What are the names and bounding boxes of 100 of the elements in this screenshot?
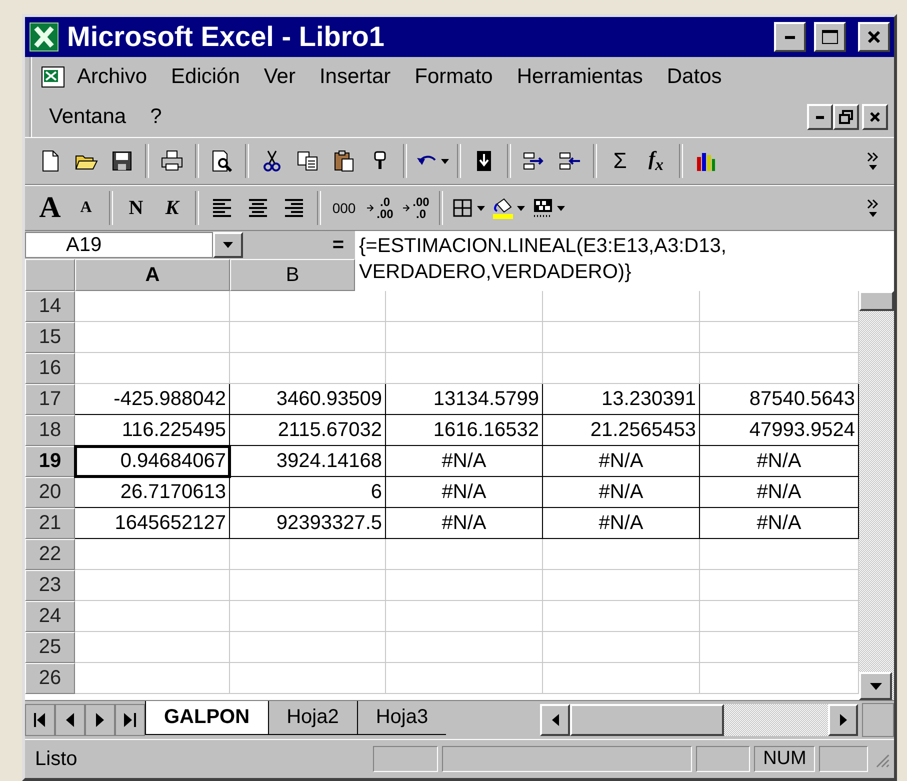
table-cell[interactable] xyxy=(543,663,700,694)
table-cell[interactable]: #N/A xyxy=(386,508,543,539)
row-header[interactable]: 17 xyxy=(25,384,75,415)
row-header[interactable]: 23 xyxy=(25,570,75,601)
restore-button[interactable] xyxy=(833,104,859,130)
table-cell[interactable] xyxy=(75,322,230,353)
row-header[interactable]: 24 xyxy=(25,601,75,632)
function-button[interactable]: f$_{x}$ xyxy=(639,143,673,179)
table-cell[interactable]: #N/A xyxy=(386,446,543,477)
table-cell[interactable] xyxy=(230,570,386,601)
scroll-thumb[interactable] xyxy=(570,704,724,736)
table-cell[interactable] xyxy=(543,291,700,322)
table-cell[interactable] xyxy=(386,353,543,384)
last-sheet-button[interactable] xyxy=(115,704,145,736)
menu-item[interactable]: Ver xyxy=(254,61,310,93)
table-cell[interactable]: 21.2565453 xyxy=(543,415,700,446)
table-cell[interactable] xyxy=(386,601,543,632)
italic-button[interactable]: K xyxy=(155,190,189,226)
menu-item[interactable]: Datos xyxy=(658,61,737,93)
row-header[interactable]: 22 xyxy=(25,539,75,570)
table-cell[interactable] xyxy=(75,353,230,384)
scroll-left-button[interactable] xyxy=(540,704,570,736)
table-cell[interactable] xyxy=(386,570,543,601)
thousands-button[interactable]: 000 xyxy=(327,190,361,226)
row-header[interactable]: 15 xyxy=(25,322,75,353)
table-cell[interactable] xyxy=(543,353,700,384)
bold-button[interactable]: N xyxy=(119,190,153,226)
name-box-dropdown[interactable] xyxy=(213,232,243,258)
row-header[interactable]: 25 xyxy=(25,632,75,663)
row-header[interactable]: 19 xyxy=(25,446,75,477)
sheet-tab[interactable]: Hoja3 xyxy=(356,701,446,735)
table-cell[interactable]: #N/A xyxy=(543,446,700,477)
table-cell[interactable] xyxy=(386,632,543,663)
table-cell[interactable] xyxy=(386,291,543,322)
table-cell[interactable] xyxy=(230,322,386,353)
table-cell[interactable] xyxy=(230,663,386,694)
sheet-tab[interactable]: GALPON xyxy=(145,701,268,735)
close-button[interactable] xyxy=(858,22,890,52)
add-decimal-button[interactable]: .0 .00 xyxy=(363,190,397,226)
maximize-button[interactable] xyxy=(814,22,846,52)
minimize-button[interactable] xyxy=(807,104,833,130)
table-cell[interactable] xyxy=(230,291,386,322)
table-cell[interactable] xyxy=(230,353,386,384)
table-cell[interactable] xyxy=(230,632,386,663)
table-cell[interactable] xyxy=(543,322,700,353)
minimize-button[interactable] xyxy=(774,22,806,52)
menu-item[interactable]: Edición xyxy=(162,61,255,93)
table-cell[interactable]: #N/A xyxy=(386,477,543,508)
table-cell[interactable]: 3924.14168 xyxy=(230,446,386,477)
table-cell[interactable] xyxy=(230,601,386,632)
table-cell[interactable] xyxy=(386,539,543,570)
table-cell[interactable] xyxy=(75,632,230,663)
first-sheet-button[interactable] xyxy=(25,704,55,736)
select-all-button[interactable] xyxy=(25,259,75,291)
table-cell[interactable] xyxy=(230,539,386,570)
row-header[interactable]: 21 xyxy=(25,508,75,539)
menu-item[interactable]: Insertar xyxy=(310,61,406,93)
table-cell[interactable] xyxy=(75,291,230,322)
sheet-tab[interactable]: Hoja2 xyxy=(268,701,357,735)
vertical-scrollbar[interactable] xyxy=(859,291,894,700)
name-box[interactable]: A19 xyxy=(25,232,213,258)
menu-item[interactable]: Formato xyxy=(406,61,508,93)
table-cell[interactable]: #N/A xyxy=(543,508,700,539)
table-cell[interactable]: 92393327.5 xyxy=(230,508,386,539)
scroll-right-button[interactable] xyxy=(828,704,858,736)
row-header[interactable]: 14 xyxy=(25,291,75,322)
remove-decimal-button[interactable]: .00 .0 xyxy=(399,190,433,226)
table-cell[interactable] xyxy=(386,663,543,694)
row-header[interactable]: 26 xyxy=(25,663,75,694)
table-cell[interactable] xyxy=(75,663,230,694)
column-header[interactable]: A xyxy=(75,259,230,291)
table-cell[interactable]: -425.988042 xyxy=(75,384,230,415)
table-cell[interactable]: 0.94684067 xyxy=(75,446,230,477)
menu-item[interactable]: ? xyxy=(141,101,177,133)
next-sheet-button[interactable] xyxy=(85,704,115,736)
table-cell[interactable] xyxy=(75,601,230,632)
table-cell[interactable] xyxy=(543,601,700,632)
table-cell[interactable] xyxy=(543,632,700,663)
horizontal-scrollbar[interactable] xyxy=(540,704,858,736)
table-cell[interactable]: 1616.16532 xyxy=(386,415,543,446)
column-header[interactable]: B xyxy=(230,259,355,291)
table-cell[interactable] xyxy=(543,539,700,570)
previous-sheet-button[interactable] xyxy=(55,704,85,736)
table-cell[interactable]: 2115.67032 xyxy=(230,415,386,446)
table-cell[interactable] xyxy=(386,322,543,353)
shrink-font-button[interactable]: A xyxy=(69,190,103,226)
table-cell[interactable]: 1645652127 xyxy=(75,508,230,539)
menu-item[interactable]: Ventana xyxy=(40,101,142,133)
table-cell[interactable] xyxy=(75,570,230,601)
table-cell[interactable] xyxy=(75,539,230,570)
scroll-thumb[interactable] xyxy=(859,291,894,311)
row-header[interactable]: 16 xyxy=(25,353,75,384)
formula-field[interactable]: {=ESTIMACION.LINEAL(E3:E13,A3:D13, VERDADERO,VERDADERO)} xyxy=(355,231,894,291)
table-cell[interactable]: 13134.5799 xyxy=(386,384,543,415)
table-cell[interactable]: 116.225495 xyxy=(75,415,230,446)
table-cell[interactable]: 3460.93509 xyxy=(230,384,386,415)
table-cell[interactable]: 26.7170613 xyxy=(75,477,230,508)
table-cell[interactable]: 13.230391 xyxy=(543,384,700,415)
table-cell[interactable]: #N/A xyxy=(543,477,700,508)
grow-font-button[interactable]: A xyxy=(33,190,67,226)
